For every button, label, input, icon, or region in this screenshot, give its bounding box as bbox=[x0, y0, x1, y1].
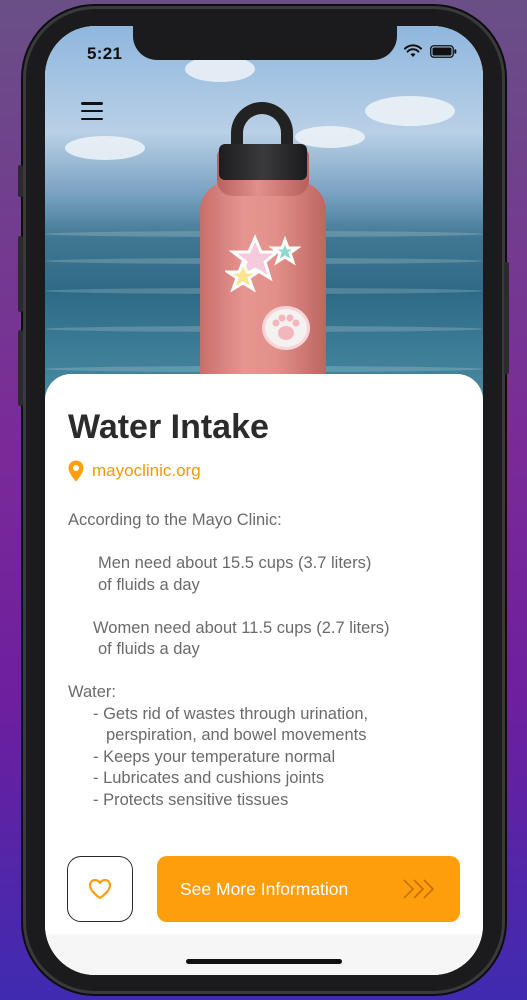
home-indicator[interactable] bbox=[186, 959, 342, 964]
hamburger-line bbox=[81, 109, 103, 113]
article-card: Water Intake mayoclinic.org According to… bbox=[45, 374, 483, 975]
benefit-item: - Protects sensitive tissues bbox=[93, 790, 289, 809]
notch bbox=[133, 26, 397, 60]
intro-text: According to the Mayo Clinic: bbox=[68, 511, 282, 529]
women-line-1: Women need about 11.5 cups (2.7 liters) bbox=[93, 618, 390, 637]
see-more-label: See More Information bbox=[180, 878, 349, 899]
stars-sticker bbox=[225, 234, 301, 293]
status-icons bbox=[404, 44, 457, 58]
screen: 5:21 Water Intake mayoclinic.org Accordi… bbox=[45, 26, 483, 975]
bottom-bar bbox=[45, 934, 483, 975]
men-line-2: of fluids a day bbox=[98, 575, 200, 594]
benefit-item: - Keeps your temperature normal bbox=[93, 747, 336, 766]
see-more-information-button[interactable]: See More Information bbox=[157, 856, 460, 922]
heart-icon bbox=[88, 878, 112, 900]
battery-icon bbox=[430, 44, 457, 58]
source-row: mayoclinic.org bbox=[68, 460, 201, 482]
volume-up-button bbox=[18, 236, 23, 312]
hamburger-line bbox=[81, 117, 103, 120]
hero-image bbox=[45, 26, 483, 406]
power-button bbox=[504, 262, 509, 374]
benefit-item-continued: perspiration, and bowel movements bbox=[106, 726, 367, 744]
triple-chevron-right-icon bbox=[403, 879, 435, 899]
hamburger-menu-button[interactable] bbox=[81, 100, 109, 122]
hamburger-line bbox=[81, 102, 103, 105]
location-pin-icon bbox=[68, 460, 84, 482]
water-heading: Water: bbox=[68, 683, 116, 701]
wifi-icon bbox=[404, 44, 422, 57]
women-line-2: of fluids a day bbox=[98, 640, 200, 658]
benefit-item: - Lubricates and cushions joints bbox=[93, 769, 325, 787]
status-time: 5:21 bbox=[87, 44, 123, 63]
favorite-button[interactable] bbox=[67, 856, 133, 922]
volume-down-button bbox=[18, 330, 23, 406]
bottle-cap bbox=[219, 144, 307, 180]
men-line-1: Men need about 15.5 cups (3.7 liters) bbox=[98, 554, 372, 572]
page-title: Water Intake bbox=[68, 408, 269, 446]
mute-switch bbox=[18, 165, 23, 197]
benefit-item: - Gets rid of wastes through urination, bbox=[93, 704, 369, 723]
source-link[interactable]: mayoclinic.org bbox=[92, 461, 201, 481]
paw-sticker bbox=[262, 306, 310, 350]
article-body: According to the Mayo Clinic: Men need a… bbox=[68, 510, 448, 811]
